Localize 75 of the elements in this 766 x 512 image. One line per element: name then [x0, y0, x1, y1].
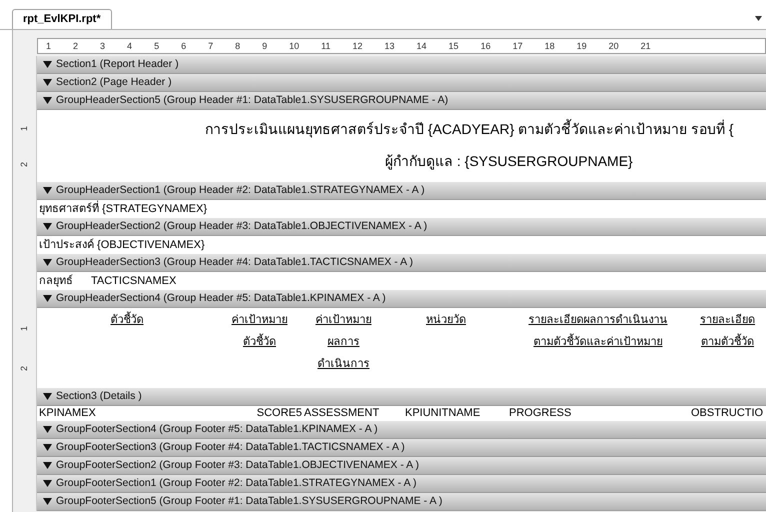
caret-down-icon[interactable] — [43, 480, 52, 487]
column-heading: ตามตัวชี้วัดและค่าเป้าหมาย — [534, 334, 662, 350]
ruler-number: 20 — [608, 42, 619, 50]
column-heading: ตามตัวชี้วัด — [701, 334, 754, 350]
section-bar[interactable]: GroupHeaderSection1 (Group Header #2: DataTable1.STRATEGYNAMEX - A ) — [37, 182, 766, 200]
document-tab[interactable]: rpt_EvlKPI.rpt* — [12, 9, 112, 29]
caret-down-icon[interactable] — [43, 393, 52, 400]
ruler-number: 1 — [46, 42, 52, 50]
caret-down-icon[interactable] — [43, 79, 52, 86]
section-bar[interactable]: Section1 (Report Header ) — [37, 56, 766, 74]
column-heading: ตัวชี้วัด — [110, 312, 144, 328]
ruler-number: 10 — [289, 42, 300, 50]
column-heading: ผลการ — [328, 335, 360, 350]
caret-down-icon[interactable] — [43, 444, 52, 451]
field-object: SCORE5 — [256, 408, 302, 419]
section-bar[interactable]: GroupFooterSection3 (Group Footer #4: DataTable1.TACTICSNAMEX - A ) — [37, 439, 766, 457]
text-object: TACTICSNAMEX — [91, 276, 176, 286]
ruler-number: 2 — [20, 162, 29, 166]
ruler-number: 11 — [321, 42, 330, 50]
ruler-number: 3 — [100, 42, 106, 50]
caret-down-icon[interactable] — [43, 259, 52, 266]
caret-down-icon[interactable] — [43, 187, 52, 194]
ruler-number: 8 — [235, 42, 240, 50]
ruler-number: 14 — [416, 42, 427, 50]
field-object: KPIUNITNAME — [405, 408, 480, 419]
section-bar[interactable]: GroupHeaderSection5 (Group Header #1: DataTable1.SYSUSERGROUPNAME - A) — [37, 92, 766, 110]
caret-down-icon[interactable] — [43, 61, 52, 68]
column-heading: ดำเนินการ — [318, 357, 370, 372]
ruler-number: 16 — [480, 42, 491, 50]
ruler-number: 1 — [20, 126, 29, 130]
column-heading: ค่าเป้าหมาย — [316, 313, 372, 328]
ruler-number: 12 — [352, 42, 363, 50]
ruler-number: 18 — [544, 42, 555, 50]
ruler-number: 5 — [154, 42, 160, 50]
caret-down-icon[interactable] — [43, 223, 52, 230]
ruler-number: 7 — [208, 42, 214, 50]
ruler-number: 19 — [576, 42, 587, 50]
dropdown-icon[interactable] — [755, 16, 762, 21]
caret-down-icon[interactable] — [43, 426, 52, 433]
ruler-number: 13 — [384, 42, 395, 50]
report-title: การประเมินแผนยุทธศาสตร์ประจำปี {ACADYEAR} ตามตัวชี้วัดและค่าเป้าหมาย รอบที่ { — [205, 121, 734, 137]
ruler-number: 1 — [20, 326, 29, 330]
column-heading: ค่าเป้าหมาย — [232, 313, 288, 328]
field-object: PROGRESS — [509, 408, 572, 419]
caret-down-icon[interactable] — [43, 462, 52, 469]
ruler-number: 17 — [512, 42, 523, 50]
column-heading: ตัวชี้วัด — [243, 334, 276, 350]
field-object: ASSESSMENT — [304, 408, 380, 419]
ruler-number: 6 — [181, 42, 186, 50]
section-bar[interactable]: GroupFooterSection1 (Group Footer #2: DataTable1.STRATEGYNAMEX - A ) — [37, 475, 766, 493]
section-bar[interactable]: GroupFooterSection2 (Group Footer #3: DataTable1.OBJECTIVENAMEX - A ) — [37, 457, 766, 475]
ruler-number: 15 — [448, 42, 459, 50]
report-title: ผู้กำกับดูแล : {SYSUSERGROUPNAME} — [385, 153, 633, 169]
section-bar[interactable]: Section2 (Page Header ) — [37, 74, 766, 92]
ruler-number: 4 — [127, 42, 132, 50]
section-bar[interactable]: GroupHeaderSection2 (Group Header #3: DataTable1.OBJECTIVENAMEX - A ) — [37, 218, 766, 236]
ruler-number: 2 — [73, 42, 78, 50]
section-bar[interactable]: GroupHeaderSection3 (Group Header #4: DataTable1.TACTICSNAMEX - A ) — [37, 254, 766, 272]
text-object: เป้าประสงค์ {OBJECTIVENAMEX} — [39, 240, 205, 250]
section-bar[interactable]: GroupHeaderSection4 (Group Header #5: DataTable1.KPINAMEX - A ) — [37, 290, 766, 308]
text-object: กลยุทธ์ — [39, 276, 73, 286]
section-bar[interactable]: Section3 (Details ) — [37, 388, 766, 406]
ruler-number: 21 — [640, 42, 651, 50]
caret-down-icon[interactable] — [43, 97, 52, 104]
caret-down-icon[interactable] — [43, 498, 52, 505]
caret-down-icon[interactable] — [43, 295, 52, 302]
section-bar[interactable]: GroupFooterSection4 (Group Footer #5: DataTable1.KPINAMEX - A ) — [37, 421, 766, 439]
ruler-number: 9 — [262, 42, 268, 50]
ruler-number: 2 — [20, 366, 29, 370]
column-heading: หน่วยวัด — [426, 313, 466, 328]
section-bar[interactable]: GroupFooterSection5 (Group Footer #1: DataTable1.SYSUSERGROUPNAME - A ) — [37, 493, 766, 511]
field-object: KPINAMEX — [39, 408, 96, 419]
column-heading: รายละเอียด — [700, 312, 755, 328]
column-heading: รายละเอียดผลการดำเนินงาน — [528, 312, 668, 328]
field-object: OBSTRUCTIO — [691, 408, 764, 419]
